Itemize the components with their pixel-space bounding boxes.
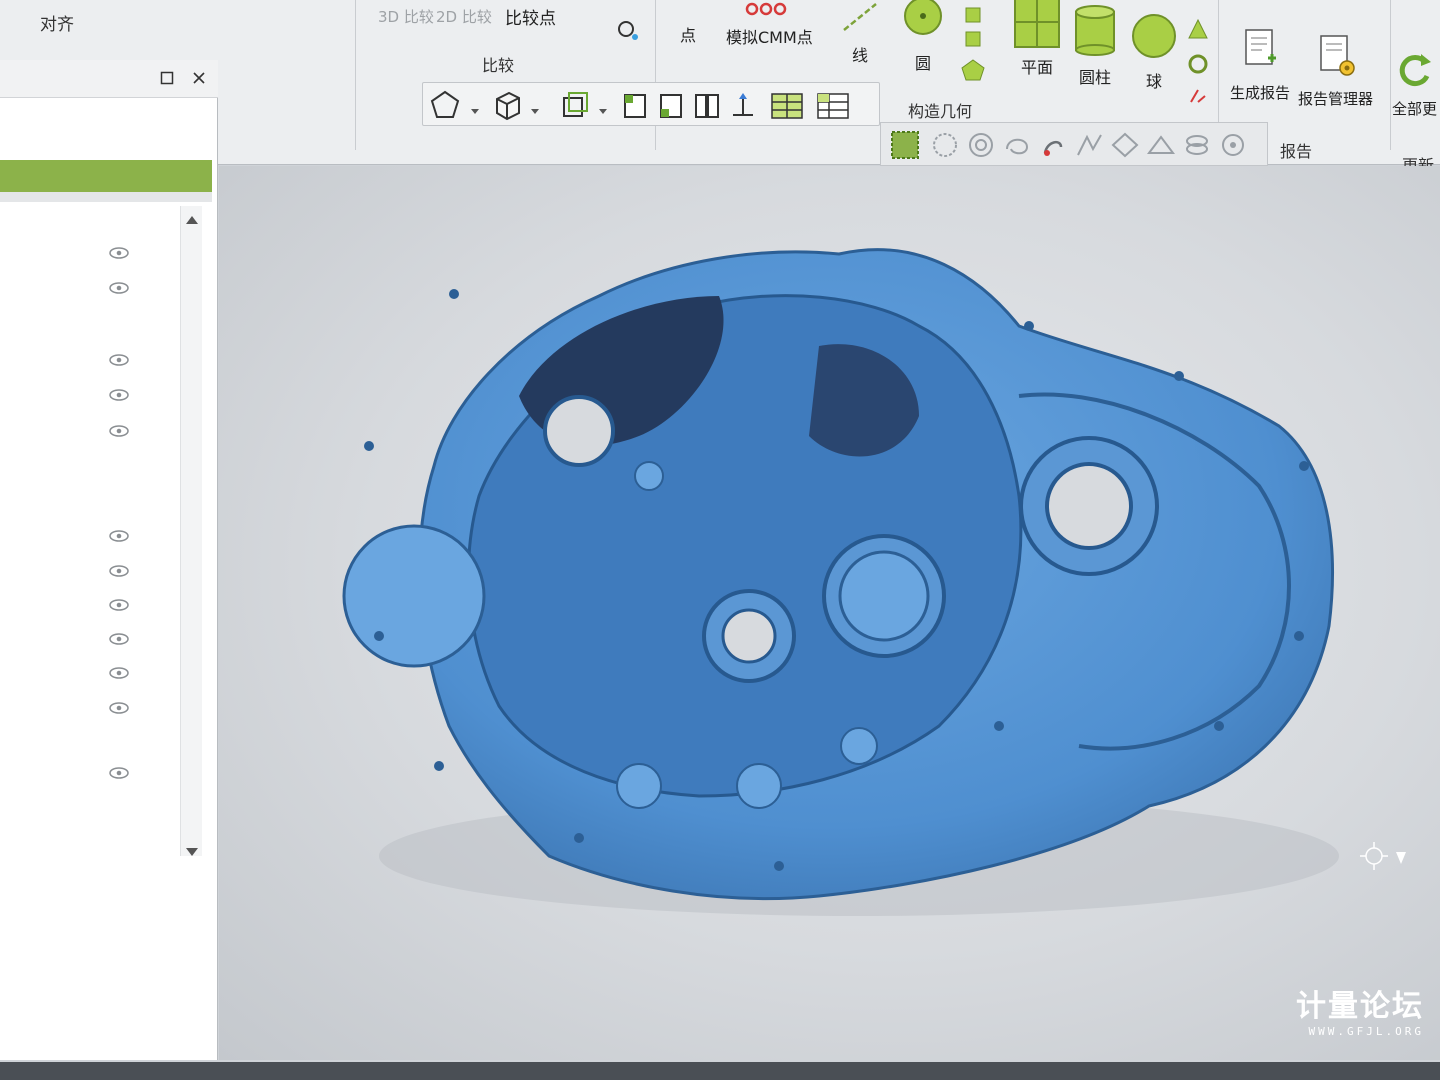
simulated-cmm-point-button[interactable]: 模拟CMM点 — [726, 0, 813, 48]
generate-report-button[interactable]: 生成报告 — [1230, 28, 1290, 103]
group-separator — [355, 0, 356, 150]
taskbar — [0, 1062, 1440, 1080]
report-group-label: 报告 — [1280, 142, 1313, 161]
grid-layout-icon[interactable] — [769, 89, 803, 121]
compare-points-button[interactable]: 比较点 — [505, 0, 556, 29]
select-circle-icon[interactable] — [929, 129, 961, 161]
eye-icon[interactable] — [108, 528, 130, 542]
split-view-icon[interactable] — [691, 89, 723, 121]
gearbox-housing-model[interactable] — [219, 166, 1440, 1060]
construct-geometry-group-label: 构造几何 — [908, 102, 973, 121]
eye-icon[interactable] — [108, 765, 130, 779]
plane-button[interactable]: 平面 — [1012, 0, 1062, 78]
select-plane-icon[interactable] — [1109, 129, 1141, 161]
select-feature-icon[interactable] — [1217, 129, 1249, 161]
eye-icon[interactable] — [108, 631, 130, 645]
compare-point-icon — [615, 18, 641, 48]
cylinder-icon — [1072, 4, 1118, 60]
view-toolbar — [422, 82, 880, 126]
3d-compare-button[interactable]: 3D 比较 — [378, 2, 434, 27]
table-layout-icon[interactable] — [815, 89, 849, 121]
watermark-sub: WWW.GFJL.ORG — [1308, 1025, 1424, 1038]
tree-header-strip — [0, 192, 212, 202]
cmm-points-icon — [742, 0, 796, 22]
report-doc-icon — [1240, 28, 1280, 78]
report-manager-button[interactable]: 报告管理器 — [1298, 34, 1373, 109]
eye-icon[interactable] — [108, 280, 130, 294]
group-separator — [655, 0, 656, 150]
eye-icon[interactable] — [108, 423, 130, 437]
polygon-select-icon[interactable] — [429, 89, 461, 121]
side-view-icon[interactable] — [655, 89, 687, 121]
report-manager-icon — [1315, 34, 1357, 84]
cube-view-icon[interactable] — [491, 89, 523, 121]
watermark-main: 计量论坛 — [1296, 989, 1424, 1024]
eye-icon[interactable] — [108, 597, 130, 611]
select-lasso-icon[interactable] — [1001, 129, 1033, 161]
eye-icon[interactable] — [108, 665, 130, 679]
chevron-down-icon[interactable] — [529, 89, 561, 121]
panel-header — [0, 60, 218, 98]
select-brush-icon[interactable] — [1037, 129, 1069, 161]
model-manager-panel — [0, 60, 218, 1060]
circle-icon — [900, 0, 946, 46]
group-separator — [1390, 0, 1391, 150]
select-polyline-icon[interactable] — [1073, 129, 1105, 161]
update-group: 全部更 更新 — [1392, 0, 1440, 175]
eye-icon[interactable] — [108, 700, 130, 714]
close-icon[interactable] — [192, 70, 206, 89]
point-shapes-icon — [958, 4, 988, 88]
compare-group-label: 比较 — [482, 56, 515, 75]
plane-icon — [1012, 0, 1062, 54]
select-surface-icon[interactable] — [1145, 129, 1177, 161]
align-group-label: 对齐 — [40, 15, 74, 35]
line-icon — [840, 0, 880, 38]
scroll-down-icon[interactable] — [185, 842, 199, 861]
cylinder-button[interactable]: 圆柱 — [1072, 4, 1118, 88]
wireframe-cube-icon[interactable] — [559, 89, 591, 121]
circle-button[interactable]: 圆 — [900, 0, 946, 74]
panel-scrollbar[interactable] — [180, 206, 202, 856]
sphere-icon — [1130, 12, 1178, 64]
restore-icon[interactable] — [160, 70, 174, 89]
cursor-icon — [1360, 842, 1406, 870]
3d-viewport[interactable]: 计量论坛 WWW.GFJL.ORG — [219, 166, 1440, 1060]
front-view-icon[interactable] — [619, 89, 651, 121]
eye-icon[interactable] — [108, 245, 130, 259]
select-ring-icon[interactable] — [965, 129, 997, 161]
eye-icon[interactable] — [108, 563, 130, 577]
2d-compare-button[interactable]: 2D 比较 — [436, 2, 492, 27]
selection-filter-toolbar — [880, 122, 1268, 166]
eye-icon[interactable] — [108, 352, 130, 366]
refresh-icon — [1395, 50, 1435, 94]
selected-tree-item[interactable] — [0, 160, 212, 192]
cone-icon — [1185, 18, 1211, 114]
sphere-button[interactable]: 球 — [1130, 12, 1178, 92]
update-all-button[interactable]: 全部更 — [1392, 50, 1437, 119]
select-all-icon[interactable] — [889, 129, 921, 161]
line-button[interactable]: 线 — [840, 0, 880, 66]
axis-view-icon[interactable] — [727, 89, 759, 121]
point-button[interactable]: 点 — [680, 18, 696, 46]
scroll-up-icon[interactable] — [185, 210, 199, 229]
forum-watermark: 计量论坛 WWW.GFJL.ORG — [1296, 981, 1424, 1038]
eye-icon[interactable] — [108, 387, 130, 401]
select-layer-icon[interactable] — [1181, 129, 1213, 161]
